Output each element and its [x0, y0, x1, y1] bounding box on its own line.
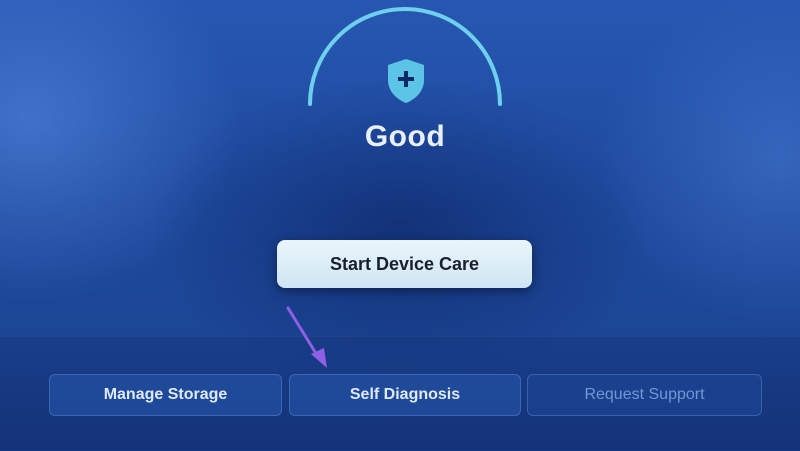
start-device-care-button[interactable]: Start Device Care	[277, 240, 532, 288]
request-support-button[interactable]: Request Support	[527, 374, 762, 416]
self-diagnosis-label: Self Diagnosis	[349, 386, 461, 403]
self-diagnosis-button[interactable]: Self Diagnosis	[289, 374, 521, 416]
status-label: Good	[364, 120, 446, 153]
manage-storage-button[interactable]: Manage Storage	[49, 374, 282, 416]
pointer-arrow-icon	[286, 306, 327, 368]
request-support-label: Request Support	[584, 386, 705, 403]
shield-plus-icon	[388, 59, 424, 103]
manage-storage-label: Manage Storage	[103, 386, 228, 403]
start-device-care-label: Start Device Care	[329, 253, 480, 274]
